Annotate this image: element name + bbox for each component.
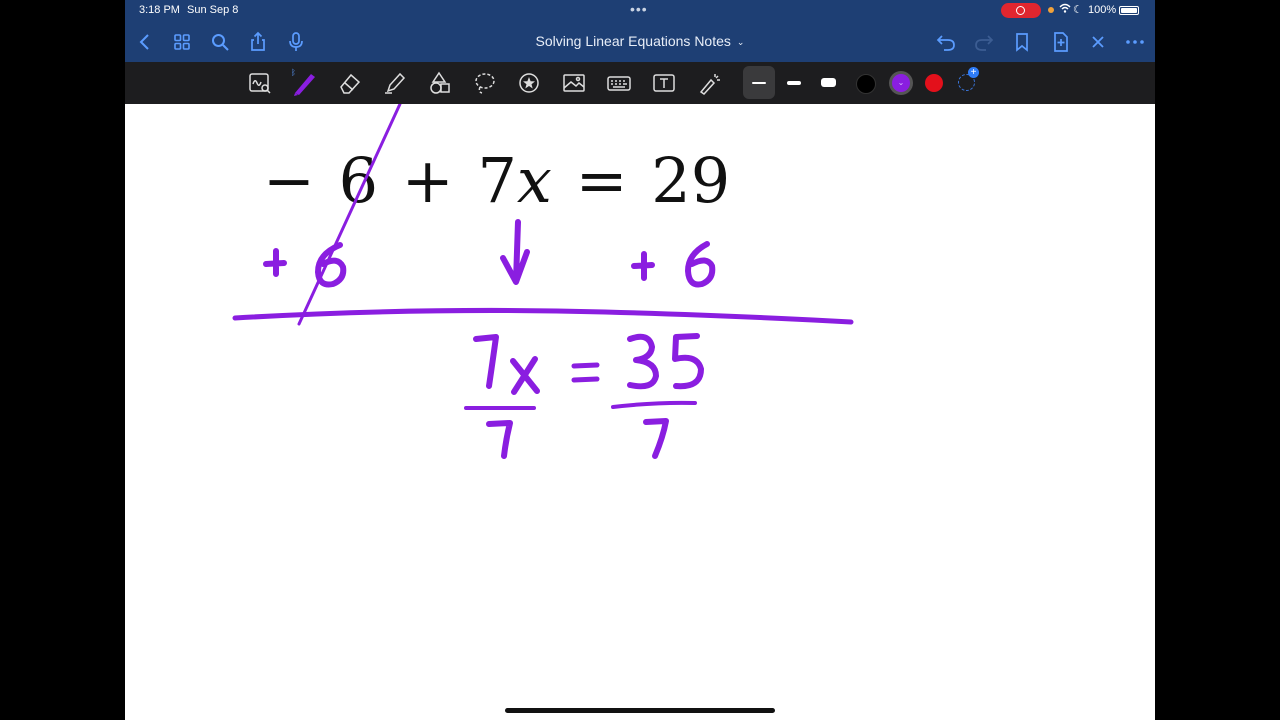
close-icon[interactable] [1086,30,1110,54]
multitasking-dots-icon[interactable]: ••• [630,1,648,17]
ink-plus-right [631,251,655,281]
ink-six-right [685,241,716,288]
note-page[interactable]: − 6 + 7x = 29 [125,104,1155,720]
share-icon[interactable] [246,30,270,54]
search-icon[interactable] [208,30,232,54]
thumbnails-icon[interactable] [170,30,194,54]
ink-six-left [315,242,347,288]
text-box-icon[interactable] [651,71,677,95]
highlighter-icon[interactable] [382,71,408,95]
stroke-medium-icon[interactable] [787,81,801,85]
sticker-icon[interactable] [516,71,542,95]
do-not-disturb-icon: ☾ [1073,4,1083,16]
status-bar: 3:18 PM Sun Sep 8 ••• ☾ 100% [125,0,1155,22]
home-indicator[interactable] [505,708,775,713]
bookmark-icon[interactable] [1010,30,1034,54]
ink-fraction-bar-right [611,400,697,409]
ink-five [672,333,704,390]
add-page-icon[interactable] [1049,30,1073,54]
eraser-icon[interactable] [337,71,363,95]
pen-icon[interactable]: ᛒ [291,68,317,96]
navigation-bar: Solving Linear Equations Notes ⌄ [125,22,1155,62]
ink-equals [571,362,600,383]
screen-recording-icon[interactable] [1001,3,1041,18]
handwriting-to-text-icon[interactable] [247,71,273,95]
ink-plus-left [263,248,287,277]
ink-seven-denominator-left [486,420,513,459]
undo-icon[interactable] [934,30,958,54]
drawing-toolbar: ᛒ ⌄ + [125,62,1155,104]
shapes-icon[interactable] [427,71,453,95]
redo-icon[interactable] [972,30,996,54]
document-title-text: Solving Linear Equations Notes [535,33,731,49]
color-black-swatch[interactable] [856,74,876,94]
add-color-icon[interactable]: + [958,67,979,91]
ink-horizontal-rule [232,307,854,325]
stroke-thick-icon[interactable] [821,78,836,87]
ink-three [627,333,659,390]
laser-pointer-icon[interactable] [696,71,722,95]
battery-icon [1119,6,1139,15]
keyboard-icon[interactable] [606,71,632,95]
color-red-swatch[interactable] [925,74,943,92]
mic-indicator-icon [1048,7,1054,13]
document-title[interactable]: Solving Linear Equations Notes ⌄ [485,33,795,49]
chevron-down-icon: ⌄ [736,36,745,47]
stroke-thin-icon[interactable] [752,82,766,84]
more-icon[interactable] [1123,30,1147,54]
ink-seven-numerator [473,334,499,389]
ink-diagonal-line [297,104,402,326]
notes-app: 3:18 PM Sun Sep 8 ••• ☾ 100% Solving Lin… [125,0,1155,720]
battery-percentage: 100% [1088,4,1117,16]
color-purple-swatch-selected[interactable]: ⌄ [889,71,913,95]
ink-down-arrow [500,219,530,285]
image-icon[interactable] [561,71,587,95]
svg-text:ᛒ: ᛒ [291,68,296,77]
microphone-icon[interactable] [284,30,308,54]
ink-x [510,356,540,395]
wifi-icon [1059,3,1071,16]
back-icon[interactable] [133,30,157,54]
status-date: Sun Sep 8 [187,4,239,16]
ink-seven-denominator-right [643,418,669,459]
status-time: 3:18 PM [139,4,180,16]
handwriting-layer [232,104,854,459]
lasso-icon[interactable] [472,71,498,95]
